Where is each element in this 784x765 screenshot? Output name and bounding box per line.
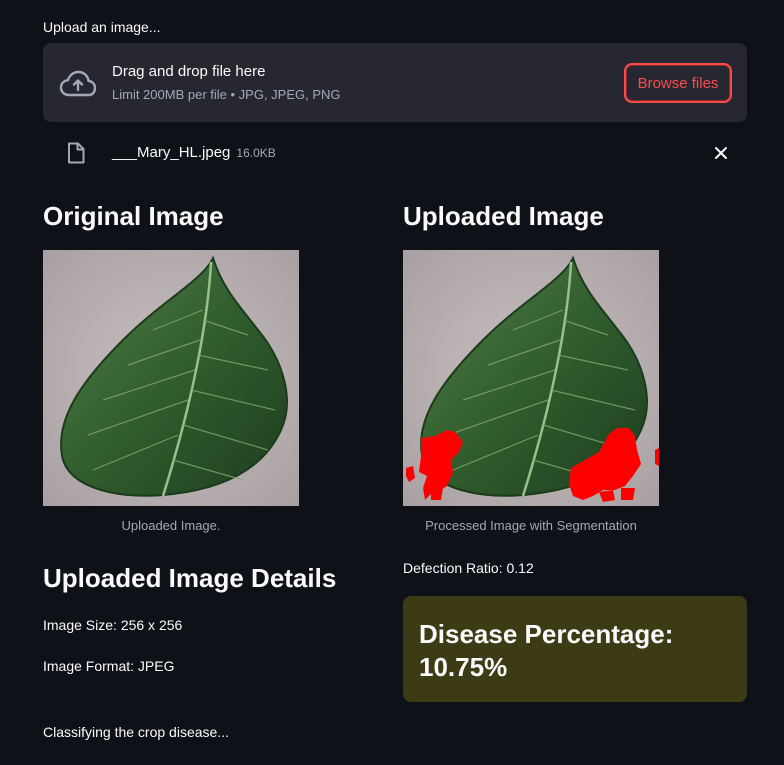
browse-files-button[interactable]: Browse files bbox=[624, 63, 732, 103]
processed-leaf-image bbox=[403, 250, 659, 506]
classification-status: Classifying the crop disease... bbox=[43, 724, 229, 740]
original-image-heading: Original Image bbox=[43, 201, 224, 231]
disease-percentage-box: Disease Percentage: 10.75% bbox=[403, 596, 747, 702]
cloud-upload-icon bbox=[59, 70, 97, 97]
disease-percentage-label: Disease Percentage: bbox=[419, 619, 674, 649]
uploaded-file-row: ___Mary_HL.jpeg 16.0KB bbox=[43, 140, 747, 166]
uploaded-image-heading: Uploaded Image bbox=[403, 201, 604, 231]
defection-ratio: Defection Ratio: 0.12 bbox=[403, 560, 534, 576]
file-icon bbox=[68, 142, 85, 164]
image-details-heading: Uploaded Image Details bbox=[43, 563, 337, 593]
file-size: 16.0KB bbox=[236, 146, 276, 160]
image-format: Image Format: JPEG bbox=[43, 658, 175, 674]
original-image-caption: Uploaded Image. bbox=[121, 518, 221, 533]
file-dropzone[interactable]: Drag and drop file here Limit 200MB per … bbox=[43, 43, 747, 122]
dropzone-title: Drag and drop file here bbox=[112, 63, 266, 80]
upload-label: Upload an image... bbox=[43, 19, 161, 35]
dropzone-limits: Limit 200MB per file • JPG, JPEG, PNG bbox=[112, 87, 341, 102]
original-leaf-image bbox=[43, 250, 299, 506]
file-name: ___Mary_HL.jpeg bbox=[112, 144, 231, 161]
close-icon[interactable] bbox=[711, 143, 731, 163]
image-size: Image Size: 256 x 256 bbox=[43, 617, 183, 633]
processed-image-caption: Processed Image with Segmentation bbox=[425, 518, 637, 533]
disease-percentage-value: 10.75% bbox=[419, 652, 508, 682]
